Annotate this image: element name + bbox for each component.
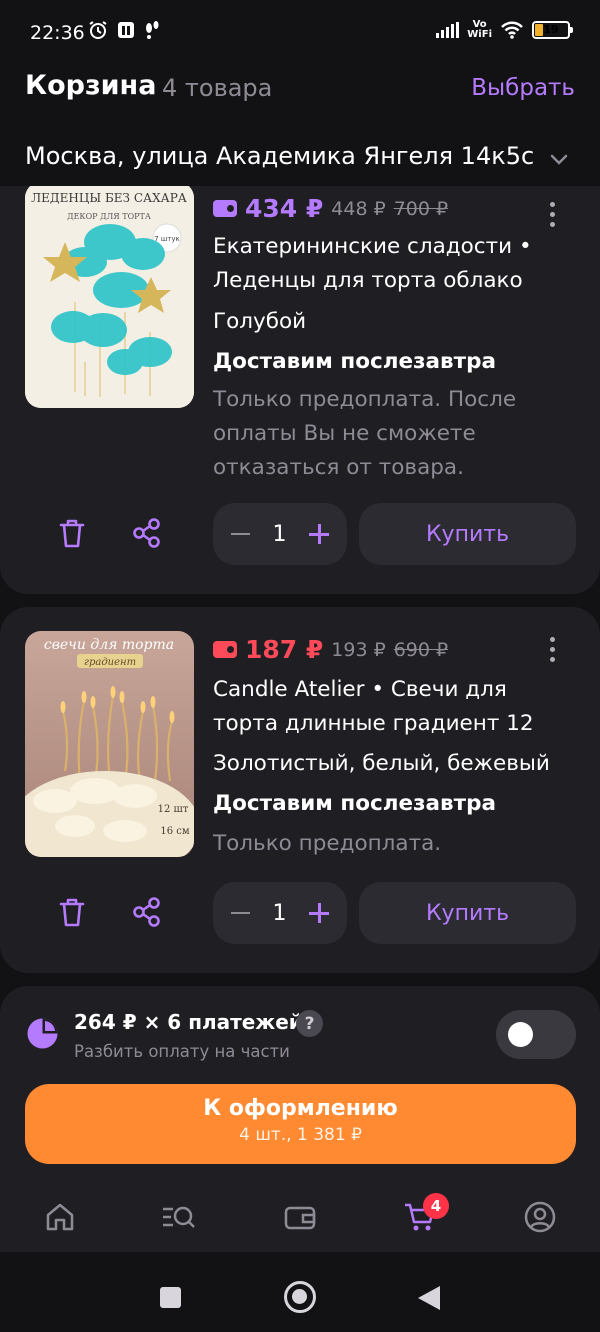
signal-icon: [436, 22, 460, 38]
item-count: 4 товара: [162, 74, 273, 102]
back-icon[interactable]: [418, 1286, 440, 1310]
battery-icon: 19: [532, 21, 573, 39]
share-icon[interactable]: [130, 895, 164, 929]
installments-toggle[interactable]: [496, 1010, 576, 1059]
tab-bar: [0, 1186, 600, 1252]
price-with-wallet: 187 ₽: [245, 635, 324, 664]
product-title[interactable]: Екатерининские сладости • Леденцы для то…: [213, 230, 563, 298]
cart-item-card: ЛЕДЕНЦЫ БЕЗ САХАРА ДЕКОР ДЛЯ ТОРТА 7 шту…: [0, 186, 600, 594]
svg-text:7 штук: 7 штук: [154, 235, 180, 243]
vowifi-icon: Vo WiFi: [467, 19, 492, 40]
delivery-info: Доставим послезавтра: [213, 791, 497, 816]
quantity-stepper: 1: [213, 503, 347, 565]
installments-amount[interactable]: 264 ₽ × 6 платежей: [74, 1010, 303, 1034]
quantity-stepper: 1: [213, 882, 347, 944]
cart-count-badge: 4: [423, 1193, 449, 1219]
pie-chart-icon: [27, 1018, 58, 1049]
catalog-search-icon[interactable]: [161, 1200, 195, 1234]
svg-text:16 см: 16 см: [160, 826, 190, 837]
product-variant: Голубой: [213, 309, 307, 334]
steps-icon: [146, 21, 159, 39]
cart-item-card: свечи для торта градиент 12 шт 16 см 187…: [0, 607, 600, 973]
svg-text:ДЕКОР ДЛЯ ТОРТА: ДЕКОР ДЛЯ ТОРТА: [67, 212, 151, 221]
svg-text:градиент: градиент: [84, 657, 136, 668]
wallet-icon: [213, 200, 237, 217]
recent-apps-icon[interactable]: [160, 1287, 181, 1308]
alarm-icon: [89, 21, 107, 39]
buy-button[interactable]: Купить: [359, 882, 576, 944]
status-bar: 22:36 Vo WiFi 19: [0, 0, 600, 66]
decrease-button[interactable]: [231, 912, 250, 914]
increase-button[interactable]: [309, 524, 329, 544]
checkout-button[interactable]: К оформлению 4 шт., 1 381 ₽: [25, 1084, 576, 1164]
product-image[interactable]: свечи для торта градиент 12 шт 16 см: [25, 631, 194, 857]
home-icon[interactable]: [43, 1200, 77, 1234]
delivery-info: Доставим послезавтра: [213, 349, 497, 374]
app-notification-icon: [118, 22, 134, 38]
more-options-icon[interactable]: [550, 637, 556, 662]
select-button[interactable]: Выбрать: [471, 75, 575, 101]
svg-text:12 шт: 12 шт: [158, 804, 189, 815]
share-icon[interactable]: [130, 516, 164, 550]
chevron-down-icon[interactable]: [548, 148, 570, 170]
page-title: Корзина: [25, 70, 157, 101]
delivery-address[interactable]: Москва, улица Академика Янгеля 14к5с: [25, 142, 545, 178]
price-crossed: 700 ₽: [393, 197, 449, 220]
product-title[interactable]: Candle Atelier • Свечи для торта длинные…: [213, 673, 563, 741]
price-regular: 193 ₽: [331, 638, 386, 661]
checkout-panel: 264 ₽ × 6 платежей ? Разбить оплату на ч…: [0, 986, 600, 1186]
profile-icon[interactable]: [523, 1200, 557, 1234]
wifi-icon: [501, 21, 523, 39]
svg-text:ЛЕДЕНЦЫ БЕЗ САХАРА: ЛЕДЕНЦЫ БЕЗ САХАРА: [31, 191, 187, 205]
installments-label: Разбить оплату на части: [74, 1042, 290, 1061]
trash-icon[interactable]: [55, 895, 89, 929]
checkout-summary: 4 шт., 1 381 ₽: [239, 1125, 362, 1145]
cart-header: Корзина 4 товара Выбрать: [25, 70, 575, 110]
more-options-icon[interactable]: [550, 202, 556, 227]
decrease-button[interactable]: [231, 533, 250, 535]
price-with-wallet: 434 ₽: [245, 194, 324, 223]
product-variant: Золотистый, белый, бежевый: [213, 751, 550, 776]
trash-icon[interactable]: [55, 516, 89, 550]
svg-text:свечи для торта: свечи для торта: [44, 637, 174, 653]
quantity-value: 1: [272, 521, 287, 547]
prepay-note: Только предоплата. После оплаты Вы не см…: [213, 387, 517, 480]
help-icon[interactable]: ?: [296, 1010, 323, 1037]
quantity-value: 1: [272, 900, 287, 926]
status-time: 22:36: [30, 22, 85, 44]
home-nav-icon[interactable]: [284, 1281, 316, 1313]
wallet-icon: [213, 641, 237, 658]
system-nav-bar: [0, 1252, 600, 1332]
checkout-label: К оформлению: [203, 1096, 398, 1121]
price-crossed: 690 ₽: [393, 638, 449, 661]
price-regular: 448 ₽: [331, 197, 386, 220]
buy-button[interactable]: Купить: [359, 503, 576, 565]
product-image[interactable]: ЛЕДЕНЦЫ БЕЗ САХАРА ДЕКОР ДЛЯ ТОРТА 7 шту…: [25, 186, 194, 408]
wallet-tab-icon[interactable]: [283, 1200, 317, 1234]
prepay-note: Только предоплата.: [213, 831, 442, 856]
increase-button[interactable]: [309, 903, 329, 923]
